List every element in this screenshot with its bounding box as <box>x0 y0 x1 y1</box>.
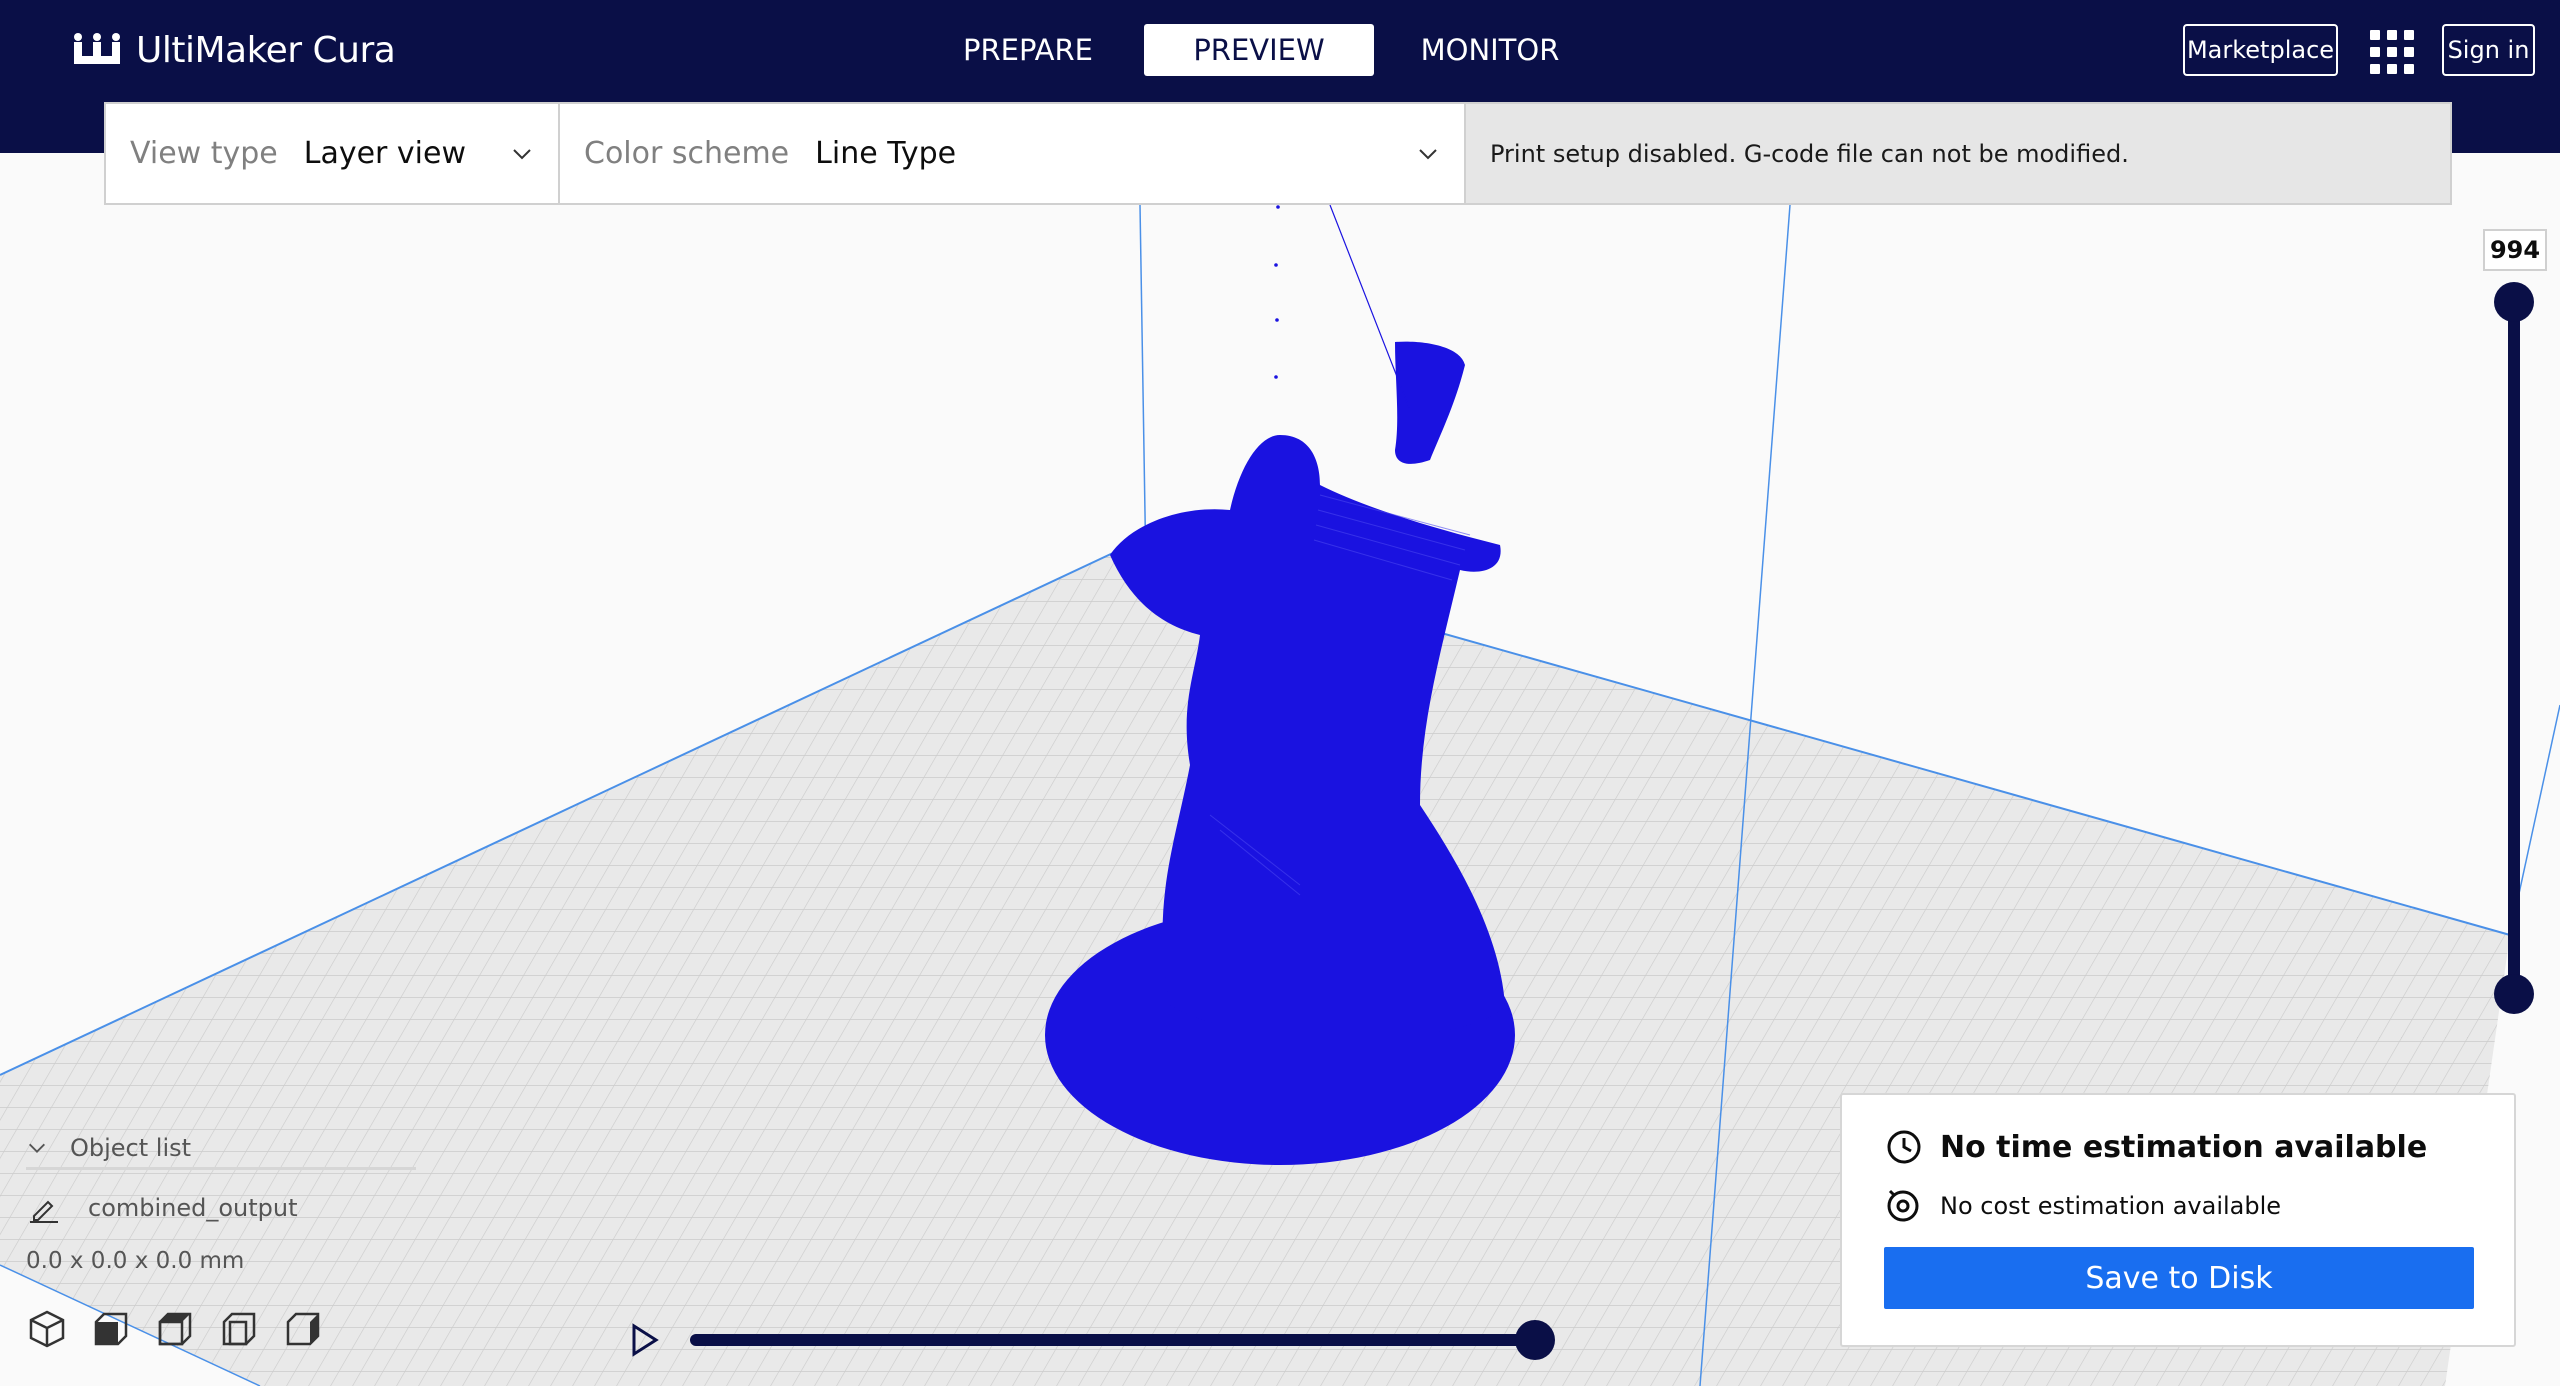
view-front-icon[interactable] <box>90 1308 132 1350</box>
layer-slider-lower-handle[interactable] <box>2494 974 2534 1014</box>
view-right-icon[interactable] <box>282 1308 324 1350</box>
app-title: UltiMaker Cura <box>136 29 396 71</box>
camera-view-buttons <box>26 1308 324 1350</box>
layer-number-input[interactable]: 994 <box>2483 229 2547 271</box>
time-estimation-row: No time estimation available <box>1886 1129 2427 1165</box>
color-scheme-value: Line Type <box>815 136 957 171</box>
view-type-label: View type <box>130 136 278 171</box>
clock-icon <box>1887 1130 1921 1164</box>
chevron-down-icon <box>1419 149 1437 160</box>
color-scheme-label: Color scheme <box>584 136 790 171</box>
edit-pencil-icon <box>30 1200 58 1223</box>
view-type-dropdown[interactable]: View type Layer view <box>106 104 560 203</box>
tab-preview[interactable]: PREVIEW <box>1144 24 1374 76</box>
ultimaker-logo-icon <box>74 33 120 64</box>
chevron-down-icon <box>29 1143 45 1153</box>
time-estimation-text: No time estimation available <box>1940 1129 2428 1165</box>
view-settings-bar: View type Layer view Color scheme Line T… <box>104 102 2452 205</box>
path-slider-track[interactable] <box>690 1334 1540 1346</box>
app-logo: UltiMaker Cura <box>72 28 396 72</box>
print-setup-message: Print setup disabled. G-code file can no… <box>1466 104 2450 203</box>
stage-tabs: PREPARE PREVIEW MONITOR <box>930 24 1588 76</box>
path-slider-handle[interactable] <box>1515 1320 1555 1360</box>
layer-slider-track[interactable] <box>2508 302 2520 994</box>
save-to-disk-button[interactable]: Save to Disk <box>1884 1247 2474 1309</box>
cost-estimation-row: No cost estimation available <box>1886 1189 2281 1223</box>
object-list-item[interactable]: combined_output <box>28 1192 298 1224</box>
tab-monitor[interactable]: MONITOR <box>1392 24 1588 76</box>
tab-prepare[interactable]: PREPARE <box>930 24 1126 76</box>
cost-estimation-text: No cost estimation available <box>1940 1192 2282 1220</box>
object-list-title: Object list <box>70 1133 192 1162</box>
print-estimation-panel: No time estimation available No cost est… <box>1840 1093 2516 1347</box>
chevron-down-icon <box>513 149 531 160</box>
layer-slider-upper-handle[interactable] <box>2494 282 2534 322</box>
marketplace-button[interactable]: Marketplace <box>2183 24 2338 76</box>
view-top-icon[interactable] <box>154 1308 196 1350</box>
object-name: combined_output <box>88 1194 298 1222</box>
color-scheme-dropdown[interactable]: Color scheme Line Type <box>560 104 1466 203</box>
view-left-icon[interactable] <box>218 1308 260 1350</box>
play-icon[interactable] <box>630 1322 660 1358</box>
cost-icon <box>1887 1189 1919 1222</box>
view-type-value: Layer view <box>303 136 467 171</box>
apps-grid-icon[interactable] <box>2368 28 2414 74</box>
object-dimensions: 0.0 x 0.0 x 0.0 mm <box>26 1248 245 1274</box>
signin-button[interactable]: Sign in <box>2442 24 2535 76</box>
object-list-toggle[interactable]: Object list <box>26 1128 416 1170</box>
view-3d-icon[interactable] <box>26 1308 68 1350</box>
